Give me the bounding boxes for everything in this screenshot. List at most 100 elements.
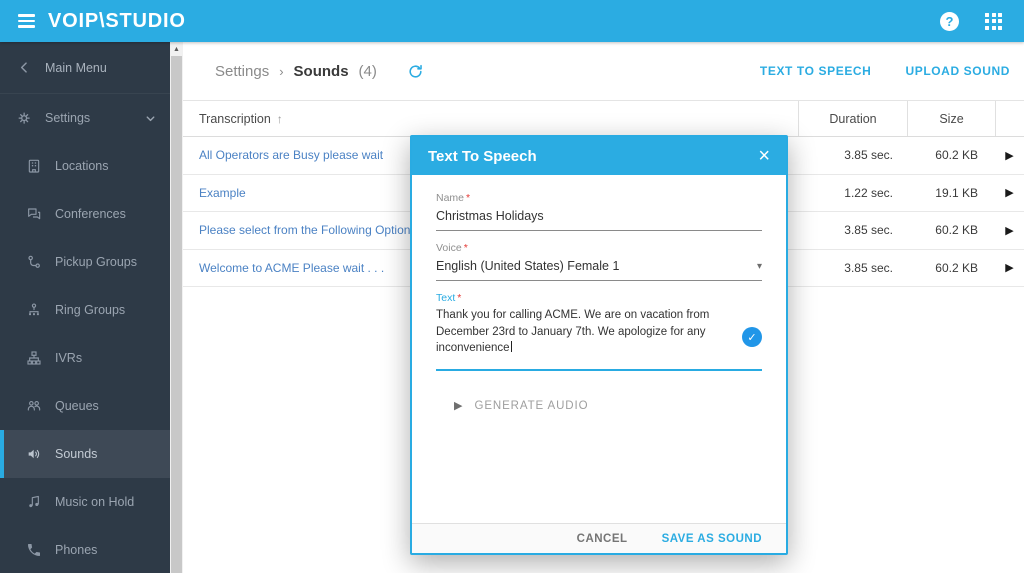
size-cell: 60.2 KB [935, 260, 978, 275]
sidebar-back-main-menu[interactable]: Main Menu [0, 42, 170, 94]
sound-link[interactable]: Please select from the Following Options [199, 223, 416, 237]
duration-cell: 3.85 sec. [844, 148, 893, 163]
sidebar-item-pickup-groups[interactable]: Pickup Groups [0, 238, 170, 286]
duration-cell: 1.22 sec. [844, 185, 893, 200]
column-header-size[interactable]: Size [907, 101, 995, 136]
sort-ascending-icon: ↑ [276, 111, 283, 126]
generate-audio-button[interactable]: ▶ GENERATE AUDIO [454, 399, 588, 413]
name-input[interactable]: Christmas Holidays [436, 209, 762, 231]
text-input[interactable]: Thank you for calling ACME. We are on va… [436, 307, 762, 357]
sidebar-item-label: Sounds [55, 447, 98, 461]
text-field-underline [436, 369, 762, 372]
play-icon[interactable]: ▶ [1003, 147, 1015, 164]
building-icon [24, 157, 44, 175]
sidebar-item-music-on-hold[interactable]: Music on Hold [0, 478, 170, 526]
close-icon[interactable]: × [754, 144, 774, 168]
voipstudio-app: VOIP\STUDIO ? Main Menu Settings Locatio… [0, 0, 1024, 573]
voice-select[interactable]: English (United States) Female 1 ▾ [436, 259, 762, 281]
breadcrumb-bar: Settings › Sounds (4) TEXT TO SPEECH UPL… [183, 42, 1024, 101]
column-header-transcription[interactable]: Transcription ↑ [183, 112, 798, 126]
top-bar: VOIP\STUDIO ? [0, 0, 1024, 42]
voice-field-group: Voice * English (United States) Female 1 … [436, 242, 762, 281]
sidebar-item-ivrs[interactable]: IVRs [0, 334, 170, 382]
breadcrumb-separator: › [279, 63, 284, 79]
cancel-button[interactable]: CANCEL [577, 533, 628, 545]
required-asterisk: * [457, 292, 462, 304]
sidebar-item-ring-groups[interactable]: Ring Groups [0, 286, 170, 334]
speaker-icon [24, 445, 44, 463]
vertical-scrollbar[interactable]: ▲ [170, 42, 183, 573]
sidebar-item-label: IVRs [55, 351, 83, 365]
valid-check-icon: ✓ [742, 327, 762, 347]
app-logo: VOIP\STUDIO [48, 9, 186, 32]
apps-grid-icon[interactable] [985, 12, 1002, 30]
play-icon[interactable]: ▶ [1003, 184, 1015, 201]
sidebar-item-settings[interactable]: Settings [0, 94, 170, 142]
name-field-label: Name [436, 192, 465, 204]
text-cursor [510, 341, 512, 353]
sidebar-item-queues[interactable]: Queues [0, 382, 170, 430]
save-as-sound-button[interactable]: SAVE AS SOUND [662, 533, 762, 545]
size-cell: 60.2 KB [935, 223, 978, 238]
column-header-duration[interactable]: Duration [798, 101, 907, 136]
sidebar-item-label: Queues [55, 399, 99, 413]
sidebar-item-label: Pickup Groups [55, 255, 137, 269]
play-icon[interactable]: ▶ [1003, 259, 1015, 276]
name-field-group: Name * Christmas Holidays [436, 192, 762, 231]
breadcrumb: Settings › Sounds (4) [215, 63, 424, 80]
topbar-actions: ? [940, 11, 1024, 31]
scrollbar-thumb[interactable] [171, 56, 182, 573]
upload-sound-button[interactable]: UPLOAD SOUND [905, 64, 1010, 78]
dialog-header: Text To Speech × [412, 137, 786, 175]
dialog-body: Name * Christmas Holidays Voice * English … [412, 175, 786, 523]
sidebar-item-sounds[interactable]: Sounds [0, 430, 170, 478]
music-note-icon [24, 493, 44, 511]
ivr-sitemap-icon [24, 349, 44, 367]
sidebar-item-label: Conferences [55, 207, 126, 221]
sidebar-back-label: Main Menu [45, 60, 107, 75]
play-icon: ▶ [454, 400, 463, 413]
breadcrumb-sounds: Sounds [293, 62, 349, 80]
sidebar-item-label: Settings [45, 111, 91, 125]
breadcrumb-settings[interactable]: Settings [215, 63, 269, 80]
text-to-speech-dialog: Text To Speech × Name * Christmas Holiday… [410, 135, 788, 555]
play-icon[interactable]: ▶ [1003, 222, 1015, 239]
gear-icon [14, 109, 34, 127]
chevron-down-icon [144, 112, 157, 125]
page-actions: TEXT TO SPEECH UPLOAD SOUND [760, 64, 1016, 78]
queues-people-icon [24, 397, 44, 415]
text-field-group: Text * Thank you for calling ACME. We are… [436, 292, 762, 372]
duration-cell: 3.85 sec. [844, 260, 893, 275]
sound-link[interactable]: Welcome to ACME Please wait . . . [199, 261, 384, 275]
size-cell: 19.1 KB [935, 185, 978, 200]
sidebar: Main Menu Settings Locations Conferences [0, 42, 170, 573]
size-cell: 60.2 KB [935, 148, 978, 163]
phone-icon [24, 541, 44, 559]
dialog-footer: CANCEL SAVE AS SOUND [412, 523, 786, 553]
sidebar-item-label: Phones [55, 543, 98, 557]
sidebar-item-label: Locations [55, 159, 109, 173]
ring-groups-icon [24, 301, 44, 319]
sound-link[interactable]: Example [199, 186, 246, 200]
chevron-left-icon [14, 59, 34, 77]
scrollbar-up-arrow[interactable]: ▲ [170, 42, 183, 56]
required-asterisk: * [466, 192, 471, 204]
hamburger-menu-icon[interactable] [6, 14, 46, 28]
sound-link[interactable]: All Operators are Busy please wait [199, 148, 383, 162]
pickup-link-icon [24, 253, 44, 271]
sidebar-item-label: Ring Groups [55, 303, 126, 317]
sidebar-item-phones[interactable]: Phones [0, 526, 170, 573]
chat-bubbles-icon [24, 205, 44, 223]
voice-field-label: Voice [436, 242, 462, 254]
sidebar-item-label: Music on Hold [55, 495, 135, 509]
sidebar-item-locations[interactable]: Locations [0, 142, 170, 190]
dialog-title: Text To Speech [428, 147, 537, 165]
sidebar-item-conferences[interactable]: Conferences [0, 190, 170, 238]
required-asterisk: * [463, 242, 468, 254]
duration-cell: 3.85 sec. [844, 223, 893, 238]
help-icon[interactable]: ? [940, 11, 959, 31]
breadcrumb-count: (4) [358, 62, 377, 80]
refresh-icon[interactable] [407, 63, 424, 80]
text-to-speech-button[interactable]: TEXT TO SPEECH [760, 64, 872, 78]
dropdown-arrow-icon: ▾ [756, 260, 762, 272]
